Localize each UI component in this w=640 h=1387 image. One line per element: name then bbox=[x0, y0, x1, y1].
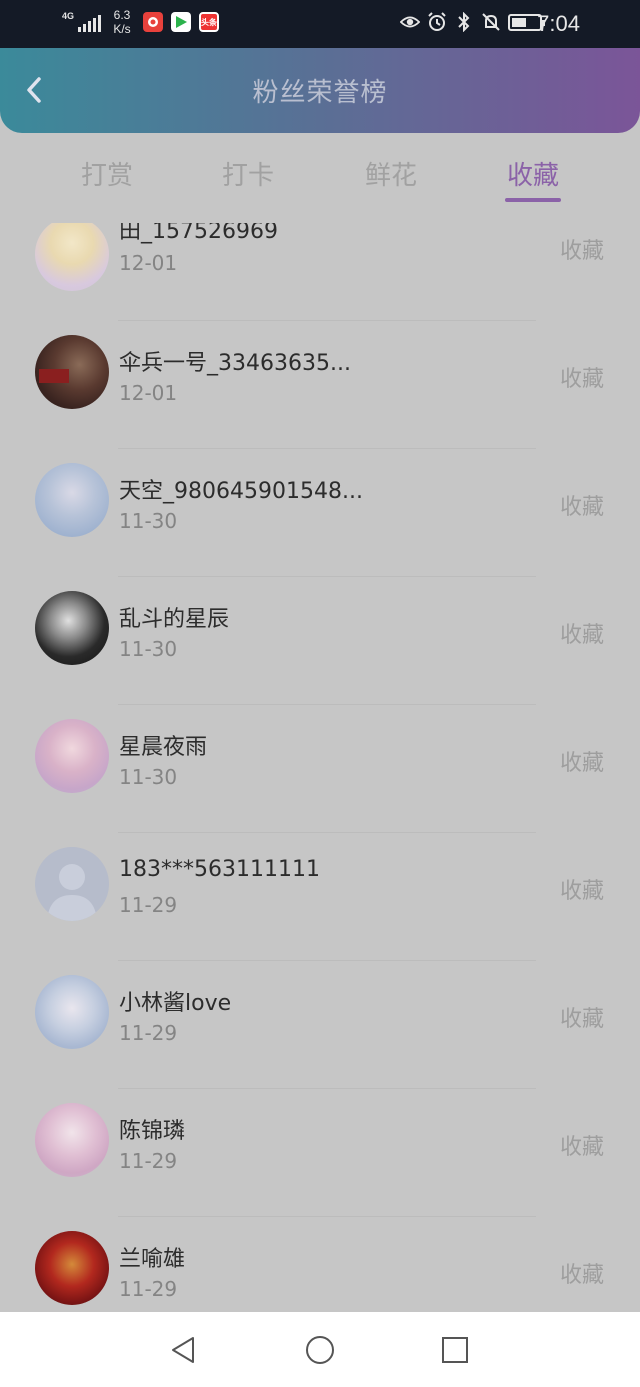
status-time: 7:04 bbox=[537, 11, 580, 36]
fan-name: 天空_980645901548... bbox=[119, 479, 363, 504]
triangle-back-icon bbox=[172, 1337, 194, 1363]
fan-date: 11-29 bbox=[119, 1277, 178, 1301]
circle-home-icon bbox=[306, 1336, 334, 1364]
back-button[interactable] bbox=[18, 74, 50, 106]
eye-icon bbox=[400, 12, 420, 32]
favorite-action: 收藏 bbox=[559, 367, 604, 392]
favorite-action: 收藏 bbox=[559, 623, 604, 648]
favorite-action: 收藏 bbox=[559, 495, 604, 520]
list-item[interactable]: 田_157526969 12-01 收藏 bbox=[0, 223, 640, 321]
favorite-action: 收藏 bbox=[559, 1007, 604, 1032]
favorite-action: 收藏 bbox=[559, 239, 604, 264]
fan-name: 星晨夜雨 bbox=[119, 735, 208, 760]
fan-name: 田_157526969 bbox=[119, 223, 278, 244]
fan-name: 小林酱love bbox=[119, 991, 232, 1016]
person-silhouette-icon bbox=[47, 864, 97, 921]
list-item[interactable]: 陈锦璘 11-29 收藏 bbox=[0, 1089, 640, 1217]
active-tab-indicator bbox=[505, 198, 561, 202]
tab-flowers[interactable]: 鲜花 bbox=[351, 155, 431, 192]
fan-date: 11-29 bbox=[119, 1021, 178, 1045]
cell-signal-icon: 4G bbox=[62, 11, 102, 32]
anime-girl-pink-avatar bbox=[35, 1103, 109, 1177]
header-bar: 粉丝荣誉榜 bbox=[0, 48, 640, 133]
list-item[interactable]: 星晨夜雨 11-30 收藏 bbox=[0, 705, 640, 833]
fan-date: 11-30 bbox=[119, 509, 178, 533]
fan-name: 伞兵一号_33463635... bbox=[119, 351, 351, 376]
fan-name: 183***563111111 bbox=[119, 857, 320, 882]
network-speed-unit: K/s bbox=[113, 22, 131, 36]
status-right-icons bbox=[400, 12, 545, 32]
alarm-icon bbox=[427, 12, 447, 32]
favorite-action: 收藏 bbox=[559, 1135, 604, 1160]
list-item[interactable]: 伞兵一号_33463635... 12-01 收藏 bbox=[0, 321, 640, 449]
mute-bell-icon bbox=[481, 12, 501, 32]
fan-name: 乱斗的星辰 bbox=[119, 607, 230, 632]
video-app-icon bbox=[171, 12, 192, 32]
favorite-action: 收藏 bbox=[559, 879, 604, 904]
news-app-icon: 头条 bbox=[199, 12, 220, 32]
photo-man-avatar bbox=[35, 335, 109, 409]
fan-list: 田_157526969 12-01 收藏 伞兵一号_33463635... 12… bbox=[0, 223, 640, 1312]
status-bar: 4G 6.3 K/s 头条 7:04 bbox=[0, 0, 640, 48]
chevron-left-icon bbox=[27, 77, 41, 103]
red-fire-avatar bbox=[35, 1231, 109, 1305]
list-item[interactable]: 乱斗的星辰 11-30 收藏 bbox=[0, 577, 640, 705]
fan-name: 兰喻雄 bbox=[119, 1247, 186, 1272]
bluetooth-icon bbox=[454, 12, 474, 32]
fan-name: 陈锦璘 bbox=[119, 1119, 186, 1144]
network-type: 4G bbox=[62, 11, 75, 21]
anime-girl-yellow-avatar bbox=[35, 223, 109, 291]
list-item[interactable]: 兰喻雄 11-29 收藏 bbox=[0, 1217, 640, 1312]
fan-date: 11-29 bbox=[119, 893, 178, 917]
anime-girl-white-avatar bbox=[35, 975, 109, 1049]
network-speed: 6.3 K/s bbox=[109, 8, 135, 36]
tab-bar: 打赏 打卡 鲜花 收藏 bbox=[0, 133, 640, 223]
default-person-avatar bbox=[35, 847, 109, 921]
tab-favorites[interactable]: 收藏 bbox=[493, 155, 573, 192]
list-item[interactable]: 小林酱love 11-29 收藏 bbox=[0, 961, 640, 1089]
fan-date: 11-29 bbox=[119, 1149, 178, 1173]
fan-date: 11-30 bbox=[119, 765, 178, 789]
fan-date: 11-30 bbox=[119, 637, 178, 661]
anime-dark-avatar bbox=[35, 591, 109, 665]
fan-date: 12-01 bbox=[119, 251, 178, 275]
nav-home-button[interactable] bbox=[304, 1334, 336, 1366]
favorite-action: 收藏 bbox=[559, 1263, 604, 1288]
page-title: 粉丝荣誉榜 bbox=[252, 78, 388, 108]
app-notification-icon bbox=[143, 12, 164, 32]
list-item[interactable]: 183***563111111 11-29 收藏 bbox=[0, 833, 640, 961]
tab-checkin[interactable]: 打卡 bbox=[208, 155, 288, 192]
system-nav-bar bbox=[0, 1312, 640, 1387]
list-item[interactable]: 天空_980645901548... 11-30 收藏 bbox=[0, 449, 640, 577]
square-recents-icon bbox=[442, 1337, 468, 1363]
favorite-action: 收藏 bbox=[559, 751, 604, 776]
fan-date: 12-01 bbox=[119, 381, 178, 405]
network-speed-value: 6.3 bbox=[113, 8, 131, 22]
nav-recents-button[interactable] bbox=[439, 1334, 471, 1366]
anime-girl-pink-avatar bbox=[35, 719, 109, 793]
tab-reward[interactable]: 打赏 bbox=[67, 155, 147, 192]
anime-girl-blue-avatar bbox=[35, 463, 109, 537]
nav-back-button[interactable] bbox=[167, 1334, 199, 1366]
status-left: 4G 6.3 K/s 头条 bbox=[62, 8, 220, 36]
